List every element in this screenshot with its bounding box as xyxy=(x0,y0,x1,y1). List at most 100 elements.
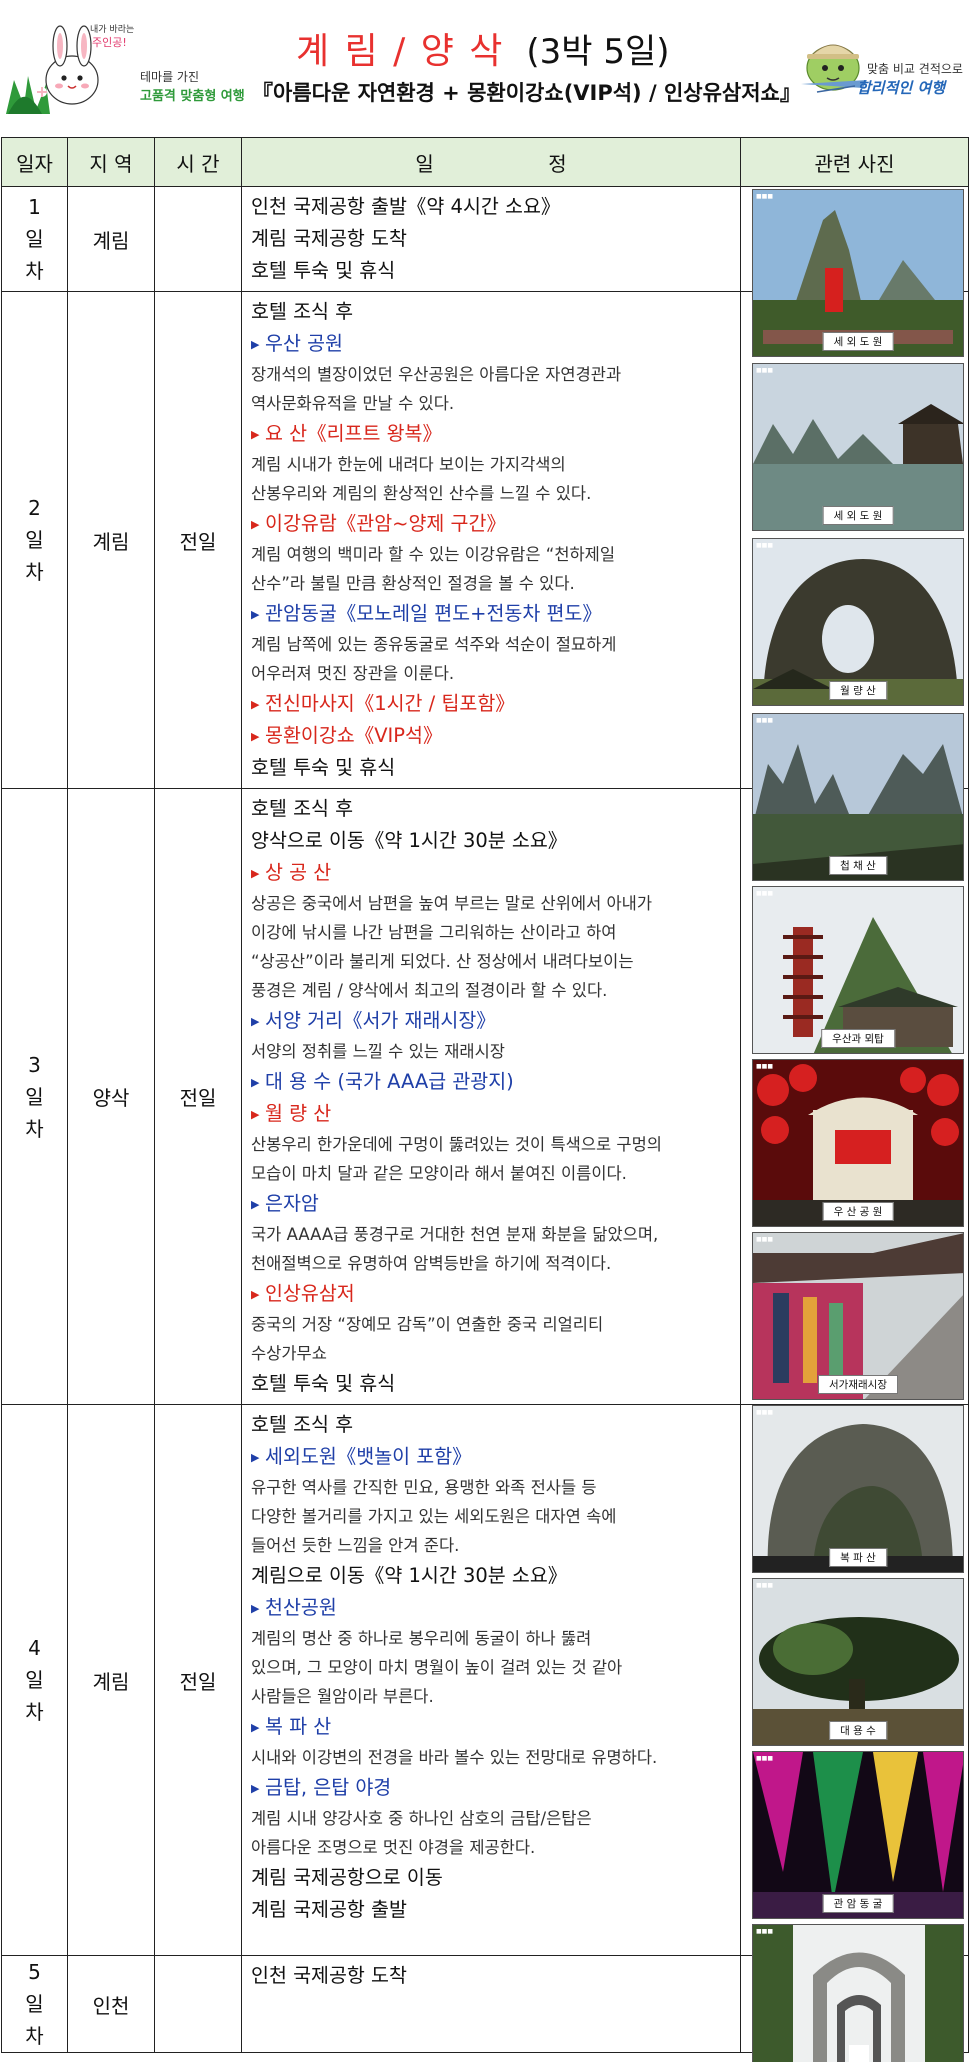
itinerary-text: 계림 국제공항으로 이동 xyxy=(251,1866,443,1889)
attraction-photo: ■■■ 첩 채 산 xyxy=(752,713,964,881)
itinerary-description: 계림의 명산 중 하나로 봉우리에 동굴이 하나 뚫려 xyxy=(251,1624,740,1653)
itinerary-step: 호텔 투숙 및 휴식 xyxy=(251,752,740,784)
itinerary-text: 우산 공원 xyxy=(265,332,343,355)
itinerary-step: 계림으로 이동《약 1시간 30분 소요》 xyxy=(251,1560,740,1592)
photo-watermark-logo: ■■■ xyxy=(756,193,774,200)
itinerary-step: 호텔 투숙 및 휴식 xyxy=(251,1368,740,1400)
itinerary-attraction: ▶ 서양 거리《서가 재래시장》 xyxy=(251,1005,740,1037)
itinerary-step: 계림 국제공항 도착 xyxy=(251,223,740,255)
itinerary-description: 다양한 볼거리를 가지고 있는 세외도원은 대자연 속에 xyxy=(251,1502,740,1531)
itinerary-text: 세외도원《뱃놀이 포함》 xyxy=(265,1445,472,1468)
itinerary-description: 있으며, 그 모양이 마치 명월이 높이 걸려 있는 것 같아 xyxy=(251,1653,740,1682)
photo-scene xyxy=(753,1925,963,2062)
photo-watermark-logo: ■■■ xyxy=(756,1063,774,1070)
tagline-highlights: 『아름다운 자연환경 + 몽환이강쇼(VIP석) / 인상유삼저쇼』 xyxy=(252,81,801,105)
col-header-itinerary: 일 정 xyxy=(241,137,741,187)
itinerary-step: 호텔 조식 후 xyxy=(251,793,740,825)
itinerary-text: 다양한 볼거리를 가지고 있는 세외도원은 대자연 속에 xyxy=(251,1507,617,1526)
itinerary-text: 요 산《리프트 왕복》 xyxy=(265,422,442,445)
itinerary-text: 양삭으로 이동《약 1시간 30분 소요》 xyxy=(251,829,568,852)
itinerary-description: 유구한 역사를 간직한 민요, 용맹한 와족 전사들 등 xyxy=(251,1473,740,1502)
itinerary-text: 모습이 마치 달과 같은 모양이라 해서 붙여진 이름이다. xyxy=(251,1164,627,1183)
attraction-photo: ■■■ 대 용 수 xyxy=(752,1578,964,1746)
day-number-cell: 5 일차 xyxy=(1,1955,68,2053)
itinerary-text: 이강유람《관암~양제 구간》 xyxy=(265,512,506,535)
itinerary-description: 국가 AAAA급 풍경구로 거대한 천연 분재 화분을 닮았으며, xyxy=(251,1220,740,1249)
itinerary-text: 역사문화유적을 만날 수 있다. xyxy=(251,394,455,413)
attraction-photo: ■■■ 우 산 공 원 xyxy=(752,1059,964,1227)
photo-watermark-logo: ■■■ xyxy=(756,1755,774,1762)
region-cell: 인천 xyxy=(67,1955,155,2053)
itinerary-text: 호텔 투숙 및 휴식 xyxy=(251,1372,396,1395)
itinerary-text: 인천 국제공항 출발《약 4시간 소요》 xyxy=(251,195,561,218)
time-cell xyxy=(154,186,242,292)
tagline-theme: 테마를 가진 xyxy=(140,70,200,84)
photo-caption: 우 산 공 원 xyxy=(822,1202,894,1221)
photo-watermark-logo: ■■■ xyxy=(756,890,774,897)
region-cell: 계림 xyxy=(67,186,155,292)
itinerary-text: 계림 국제공항 출발 xyxy=(251,1898,407,1921)
itinerary-description: 어우러져 멋진 장관을 이룬다. xyxy=(251,659,740,688)
itinerary-text: 서양의 정취를 느낄 수 있는 재래시장 xyxy=(251,1042,505,1061)
attraction-photo: ■■■ 우산과 뫼탑 xyxy=(752,886,964,1054)
itinerary-description: “상공산”이라 불리게 되었다. 산 정상에서 내려다보이는 xyxy=(251,947,740,976)
photo-caption: 서가재래시장 xyxy=(818,1375,898,1394)
itinerary-text: 중국의 거장 “장예모 감독”이 연출한 중국 리얼리티 xyxy=(251,1315,604,1334)
itinerary-text: 은자암 xyxy=(265,1192,319,1215)
itinerary-cell: 호텔 조식 후 양삭으로 이동《약 1시간 30분 소요》 ▶ 상 공 산 상공은 중국… xyxy=(241,788,741,1405)
time-cell: 전일 xyxy=(154,788,242,1405)
itinerary-description: 계림 시내가 한눈에 내려다 보이는 가지각색의 xyxy=(251,450,740,479)
itinerary-text: 유구한 역사를 간직한 민요, 용맹한 와족 전사들 등 xyxy=(251,1478,597,1497)
itinerary-description: 들어선 듯한 느낌을 안겨 준다. xyxy=(251,1531,740,1560)
day-number-char: 4 xyxy=(28,1636,41,1660)
bullet-arrow-icon: ▶ xyxy=(251,1288,260,1301)
itinerary-description: 계림 남쪽에 있는 종유동굴로 석주와 석순이 절묘하게 xyxy=(251,630,740,659)
day-number-char: 차 xyxy=(25,1700,44,1724)
itinerary-description: 모습이 마치 달과 같은 모양이라 해서 붙여진 이름이다. xyxy=(251,1159,740,1188)
page-header: 내가 바라는 주인공! 계 림 / 양 삭 (3박 5일) 테마를 가진 고품격 … xyxy=(0,0,969,118)
itinerary-step: 계림 국제공항으로 이동 xyxy=(251,1862,740,1894)
itinerary-description: 아름다운 조명으로 멋진 야경을 제공한다. xyxy=(251,1833,740,1862)
itinerary-description: 수상가무쇼 xyxy=(251,1339,740,1368)
itinerary-text: 계림 시내 양강사호 중 하나인 삼호의 금탑/은탑은 xyxy=(251,1809,592,1828)
attraction-photo: ■■■ 세 외 도 원 xyxy=(752,363,964,531)
itinerary-text: 계림의 명산 중 하나로 봉우리에 동굴이 하나 뚫려 xyxy=(251,1629,592,1648)
day-number-cell: 1 일차 xyxy=(1,186,68,292)
itinerary-description: 중국의 거장 “장예모 감독”이 연출한 중국 리얼리티 xyxy=(251,1310,740,1339)
travel-agency-logo: 맞춤 비교 견적으로 합리적인 여행 xyxy=(797,22,965,114)
photo-column: ■■■ 세 외 도 원 ■■■ 세 외 도 원 ■■■ 월 량 산 ■■■ 첩 채 산 … xyxy=(748,189,968,2062)
photo-caption: 복 파 산 xyxy=(829,1548,887,1567)
itinerary-description: 천애절벽으로 유명하여 암벽등반을 하기에 적격이다. xyxy=(251,1249,740,1278)
itinerary-text: 계림 국제공항 도착 xyxy=(251,227,407,250)
bullet-arrow-icon: ▶ xyxy=(251,518,260,531)
itinerary-attraction: ▶ 요 산《리프트 왕복》 xyxy=(251,418,740,450)
itinerary-text: 장개석의 별장이었던 우산공원은 아름다운 자연경관과 xyxy=(251,365,622,384)
itinerary-text: 복 파 산 xyxy=(265,1715,332,1738)
itinerary-description: 상공은 중국에서 남편을 높여 부르는 말로 산위에서 아내가 xyxy=(251,889,740,918)
day-number-cell: 3 일차 xyxy=(1,788,68,1405)
itinerary-text: 인천 국제공항 도착 xyxy=(251,1964,407,1987)
attraction-photo: ■■■ 세 외 도 원 xyxy=(752,189,964,357)
itinerary-text: 계림 여행의 백미라 할 수 있는 이강유람은 “천하제일 xyxy=(251,545,616,564)
itinerary-text: 계림 남쪽에 있는 종유동굴로 석주와 석순이 절묘하게 xyxy=(251,635,617,654)
itinerary-text: 관암동굴《모노레일 편도+전동차 편도》 xyxy=(265,602,602,625)
day-number-char: 차 xyxy=(25,560,44,584)
itinerary-text: 대 용 수 (국가 AAA급 관광지) xyxy=(265,1070,514,1093)
bullet-arrow-icon: ▶ xyxy=(251,1721,260,1734)
col-header-day: 일자 xyxy=(1,137,68,187)
itinerary-text: 계림 시내가 한눈에 내려다 보이는 가지각색의 xyxy=(251,455,566,474)
itinerary-attraction: ▶ 복 파 산 xyxy=(251,1711,740,1743)
itinerary-attraction: ▶ 전신마사지《1시간 / 팁포함》 xyxy=(251,688,740,720)
photo-caption: 우산과 뫼탑 xyxy=(821,1029,895,1048)
itinerary-text: 이강에 낚시를 나간 남편을 그리워하는 산이라고 하여 xyxy=(251,923,617,942)
itinerary-cell: 호텔 조식 후 ▶ 세외도원《뱃놀이 포함》 유구한 역사를 간직한 민요, 용맹한 … xyxy=(241,1404,741,1956)
logo-slogan-line2: 합리적인 여행 xyxy=(857,79,946,97)
bullet-arrow-icon: ▶ xyxy=(251,730,260,743)
attraction-photo: ■■■ 복 파 산 xyxy=(752,1405,964,1573)
day-number-cell: 2 일차 xyxy=(1,291,68,789)
day-number-char: 일 xyxy=(25,227,44,251)
itinerary-cell: 인천 국제공항 도착 xyxy=(241,1955,741,2053)
photo-caption: 세 외 도 원 xyxy=(822,332,894,351)
table-header-row: 일자 지 역 시 간 일 정 관련 사진 xyxy=(1,137,969,187)
bullet-arrow-icon: ▶ xyxy=(251,698,260,711)
